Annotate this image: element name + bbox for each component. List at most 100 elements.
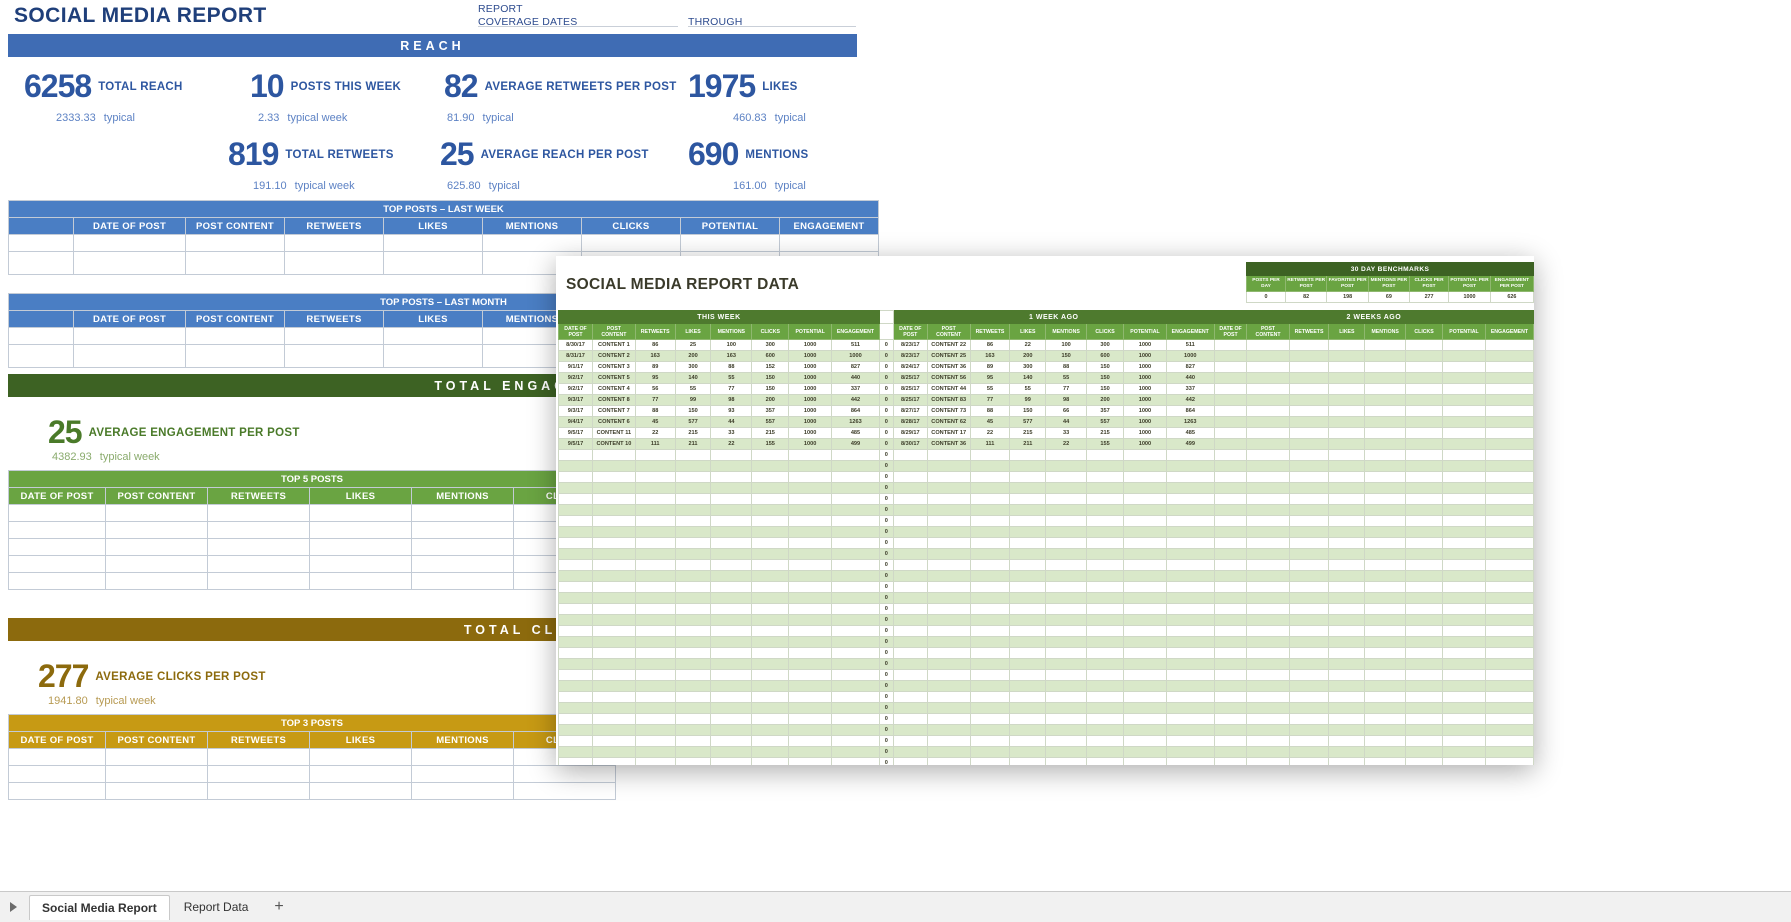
data-cell[interactable] <box>9 573 106 590</box>
data-cell[interactable] <box>711 516 752 527</box>
data-cell[interactable] <box>832 615 880 626</box>
data-cell[interactable] <box>675 461 711 472</box>
data-cell[interactable] <box>1406 648 1443 659</box>
data-cell[interactable] <box>893 505 927 516</box>
data-cell[interactable] <box>1443 340 1486 351</box>
data-cell[interactable] <box>1485 725 1533 736</box>
data-cell[interactable]: 1000 <box>1124 428 1167 439</box>
data-cell[interactable] <box>1406 483 1443 494</box>
data-cell[interactable] <box>1046 725 1087 736</box>
data-cell[interactable] <box>1166 659 1214 670</box>
data-cell[interactable] <box>1046 472 1087 483</box>
data-cell[interactable] <box>1365 450 1406 461</box>
data-cell[interactable] <box>789 615 832 626</box>
data-cell[interactable] <box>1010 494 1046 505</box>
data-cell[interactable] <box>711 472 752 483</box>
data-cell[interactable] <box>1010 659 1046 670</box>
data-cell[interactable] <box>789 505 832 516</box>
data-cell[interactable] <box>970 538 1010 549</box>
data-cell[interactable]: 93 <box>711 406 752 417</box>
data-cell[interactable] <box>1365 538 1406 549</box>
data-cell[interactable]: 1000 <box>789 351 832 362</box>
data-cell[interactable] <box>559 527 593 538</box>
data-cell[interactable] <box>635 461 675 472</box>
data-cell[interactable] <box>9 539 106 556</box>
data-cell[interactable] <box>310 573 412 590</box>
data-cell[interactable] <box>675 648 711 659</box>
data-cell[interactable] <box>1443 494 1486 505</box>
data-cell[interactable] <box>789 461 832 472</box>
data-cell[interactable] <box>1247 736 1289 747</box>
data-cell[interactable] <box>1010 582 1046 593</box>
data-cell[interactable] <box>1443 670 1486 681</box>
data-cell[interactable] <box>927 505 970 516</box>
data-cell[interactable] <box>1443 461 1486 472</box>
data-cell[interactable] <box>1289 538 1329 549</box>
data-cell[interactable] <box>893 472 927 483</box>
data-cell[interactable] <box>1087 681 1124 692</box>
data-cell[interactable] <box>1214 549 1247 560</box>
data-cell[interactable] <box>635 604 675 615</box>
data-cell[interactable] <box>384 252 483 275</box>
data-cell[interactable] <box>593 736 636 747</box>
data-cell[interactable] <box>1124 626 1167 637</box>
data-cell[interactable] <box>970 747 1010 758</box>
data-cell[interactable] <box>559 494 593 505</box>
data-cell[interactable] <box>1214 604 1247 615</box>
data-cell[interactable] <box>1406 703 1443 714</box>
data-cell[interactable]: 33 <box>1046 428 1087 439</box>
data-cell[interactable] <box>1329 560 1365 571</box>
data-cell[interactable] <box>711 571 752 582</box>
data-cell[interactable] <box>970 461 1010 472</box>
data-cell[interactable] <box>789 527 832 538</box>
data-cell[interactable] <box>1289 714 1329 725</box>
data-cell[interactable] <box>635 549 675 560</box>
data-cell[interactable] <box>559 538 593 549</box>
data-cell[interactable] <box>1485 692 1533 703</box>
data-cell[interactable] <box>789 560 832 571</box>
data-cell[interactable] <box>310 522 412 539</box>
data-cell[interactable] <box>711 648 752 659</box>
data-cell[interactable] <box>711 538 752 549</box>
data-cell[interactable]: 8/30/17 <box>893 439 927 450</box>
data-cell[interactable]: 215 <box>675 428 711 439</box>
data-cell[interactable] <box>208 749 310 766</box>
data-cell[interactable]: 163 <box>970 351 1010 362</box>
data-cell[interactable] <box>208 783 310 800</box>
data-cell[interactable] <box>1289 362 1329 373</box>
data-cell[interactable] <box>1406 472 1443 483</box>
data-cell[interactable]: 1000 <box>1124 384 1167 395</box>
data-cell[interactable]: 8/23/17 <box>893 340 927 351</box>
data-cell[interactable] <box>752 736 789 747</box>
data-cell[interactable] <box>1443 736 1486 747</box>
data-cell[interactable]: 88 <box>711 362 752 373</box>
data-cell[interactable]: 150 <box>752 384 789 395</box>
data-cell[interactable] <box>1485 560 1533 571</box>
data-cell[interactable] <box>675 450 711 461</box>
data-cell[interactable] <box>1247 417 1289 428</box>
data-cell[interactable]: 300 <box>752 340 789 351</box>
data-cell[interactable] <box>635 648 675 659</box>
data-cell[interactable]: 77 <box>635 395 675 406</box>
data-cell[interactable] <box>1247 582 1289 593</box>
data-cell[interactable] <box>927 571 970 582</box>
data-cell[interactable] <box>593 472 636 483</box>
data-cell[interactable]: 485 <box>1166 428 1214 439</box>
data-cell[interactable] <box>1485 417 1533 428</box>
data-cell[interactable] <box>789 571 832 582</box>
data-cell[interactable] <box>412 783 514 800</box>
data-cell[interactable] <box>832 593 880 604</box>
data-cell[interactable] <box>711 725 752 736</box>
data-cell[interactable] <box>559 472 593 483</box>
data-cell[interactable]: 8/30/17 <box>559 340 593 351</box>
data-cell[interactable] <box>752 714 789 725</box>
data-cell[interactable] <box>1214 417 1247 428</box>
data-cell[interactable] <box>927 560 970 571</box>
data-cell[interactable] <box>593 450 636 461</box>
data-cell[interactable]: 557 <box>752 417 789 428</box>
data-cell[interactable] <box>832 670 880 681</box>
data-cell[interactable] <box>893 516 927 527</box>
data-cell[interactable] <box>1289 615 1329 626</box>
data-cell[interactable] <box>893 681 927 692</box>
data-cell[interactable]: CONTENT 4 <box>593 384 636 395</box>
